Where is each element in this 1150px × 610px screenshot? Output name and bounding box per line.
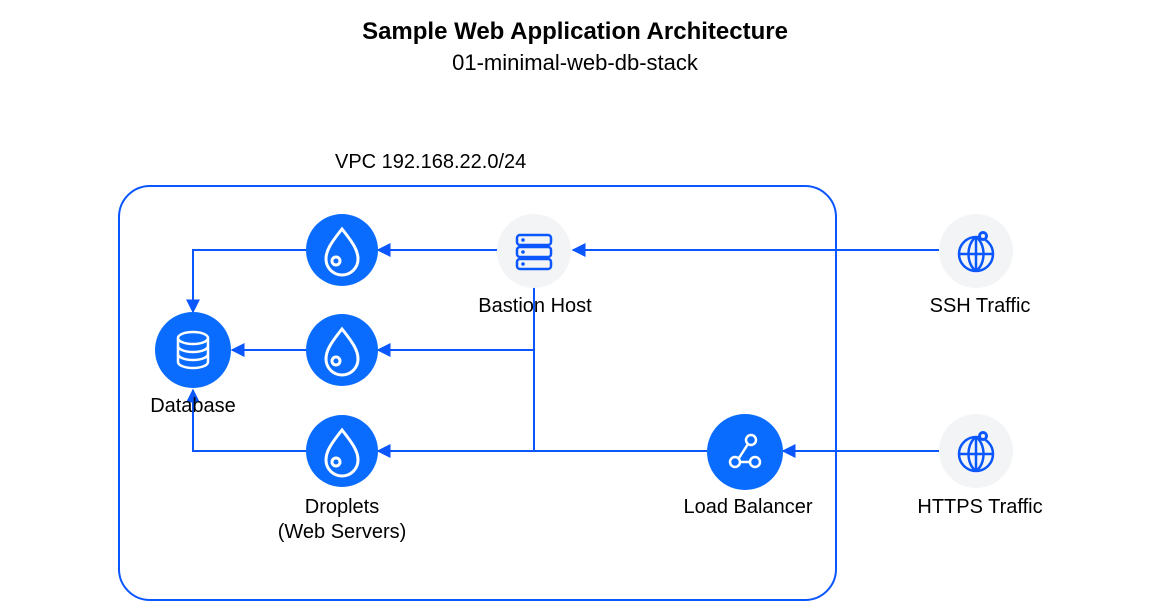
droplet-icon: [306, 214, 378, 291]
database-label: Database: [150, 395, 236, 418]
droplets-label: Droplets (Web Servers): [272, 495, 412, 545]
ssh-label: SSH Traffic: [920, 295, 1040, 318]
droplet-icon: [306, 415, 378, 492]
database-icon: [155, 312, 231, 393]
globe-icon: [939, 214, 1013, 293]
server-icon: [497, 214, 571, 293]
droplets-label-line2: (Web Servers): [278, 521, 407, 543]
bastion-label: Bastion Host: [475, 295, 595, 318]
droplets-label-line1: Droplets: [305, 496, 379, 518]
droplet-icon: [306, 314, 378, 391]
https-label: HTTPS Traffic: [910, 496, 1050, 519]
load-balancer-icon: [707, 414, 783, 495]
diagram-canvas: Sample Web Application Architecture 01-m…: [0, 0, 1150, 610]
globe-icon: [939, 414, 1013, 493]
lb-label: Load Balancer: [678, 496, 818, 519]
